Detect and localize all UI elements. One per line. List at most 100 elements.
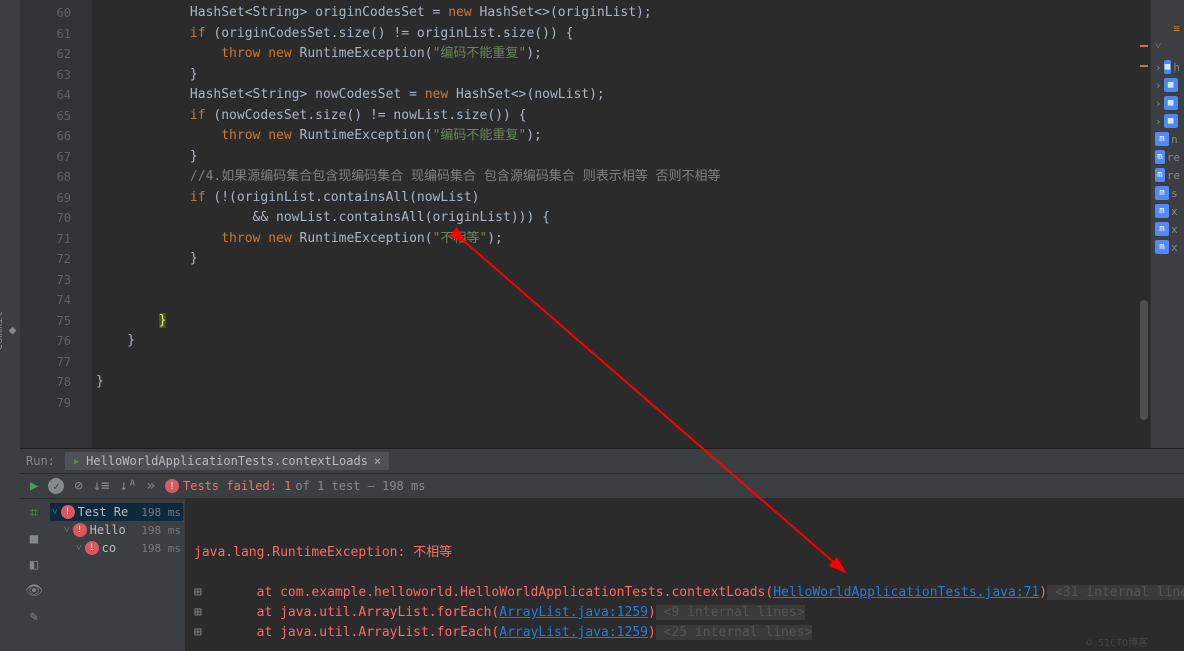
code-editor[interactable]: 6061626364656667686970717273747576777879…: [20, 0, 1150, 448]
editor-scrollbar[interactable]: [1138, 0, 1150, 448]
code-area[interactable]: HashSet<String> originCodesSet = new Has…: [92, 0, 1150, 448]
chevron-down-icon[interactable]: ˅: [1151, 37, 1184, 54]
run-config-tab[interactable]: ▸ HelloWorldApplicationTests.contextLoad…: [65, 452, 389, 470]
debug-icon[interactable]: ⌗: [30, 505, 38, 521]
console-line: [194, 563, 1176, 583]
exception-line: java.lang.RuntimeException: 不相等: [194, 543, 1176, 563]
sort-icon[interactable]: ↓≡: [93, 478, 110, 494]
expand-icon[interactable]: »: [147, 478, 155, 494]
test-fail-badge: ! Tests failed: 1 of 1 test – 198 ms: [165, 479, 425, 493]
test-tree-node[interactable]: ˅!Hello198 ms: [50, 521, 183, 539]
test-icon: ▸: [73, 454, 80, 468]
code-line[interactable]: if (nowCodesSet.size() != nowList.size()…: [96, 106, 1150, 127]
line-number: 69: [20, 188, 91, 209]
line-number: 77: [20, 352, 91, 373]
line-number: 74: [20, 290, 91, 311]
source-link[interactable]: ArrayList.java:1259: [499, 605, 648, 620]
code-line[interactable]: throw new RuntimeException("编码不能重复");: [96, 44, 1150, 65]
run-tab-name: HelloWorldApplicationTests.contextLoads: [86, 454, 368, 468]
code-line[interactable]: if (!(originList.containsAll(nowList): [96, 188, 1150, 209]
menu-icon[interactable]: ≡: [1151, 20, 1184, 37]
code-line[interactable]: //4.如果源编码集合包含现编码集合 现编码集合 包含源编码集合 则表示相等 否…: [96, 167, 1150, 188]
pin-icon[interactable]: 👁: [25, 583, 43, 599]
code-line[interactable]: [96, 352, 1150, 373]
console-output[interactable]: java.lang.RuntimeException: 不相等 ⊞ at com…: [186, 499, 1184, 651]
line-number: 79: [20, 393, 91, 414]
line-number: 70: [20, 208, 91, 229]
close-icon[interactable]: ×: [374, 454, 381, 468]
right-bar-item[interactable]: m x: [1151, 202, 1184, 220]
line-number: 75: [20, 311, 91, 332]
watermark: © 51CTO博客: [1086, 634, 1148, 649]
code-line[interactable]: if (originCodesSet.size() != originList.…: [96, 24, 1150, 45]
test-tree-node[interactable]: ˅!Test Re198 ms: [50, 503, 183, 521]
commit-tab[interactable]: Commit: [0, 311, 5, 351]
code-line[interactable]: throw new RuntimeException("不相等");: [96, 229, 1150, 250]
line-number: 76: [20, 331, 91, 352]
stack-trace-line: ⊞ at com.example.helloworld.HelloWorldAp…: [194, 583, 1176, 603]
line-gutter: 6061626364656667686970717273747576777879: [20, 0, 92, 448]
code-line[interactable]: [96, 290, 1150, 311]
right-bar-item[interactable]: › ▦: [1151, 76, 1184, 94]
line-number: 68: [20, 167, 91, 188]
right-bar-item[interactable]: m s: [1151, 184, 1184, 202]
right-bar-item[interactable]: › ▦: [1151, 94, 1184, 112]
code-line[interactable]: }: [96, 249, 1150, 270]
expand-icon[interactable]: ⊞: [194, 603, 208, 623]
run-header: Run: ▸ HelloWorldApplicationTests.contex…: [20, 449, 1184, 474]
run-body: ⌗ ■ ◧ 👁 ✎ ˅!Test Re198 ms˅!Hello198 ms˅!…: [20, 499, 1184, 651]
scrollbar-thumb[interactable]: [1140, 300, 1148, 420]
code-line[interactable]: [96, 393, 1150, 414]
line-number: 65: [20, 106, 91, 127]
stack-trace-line: ⊞ at java.util.ArrayList.forEach(ArrayLi…: [194, 623, 1176, 643]
right-bar-item[interactable]: m re: [1151, 166, 1184, 184]
source-link[interactable]: HelloWorldApplicationTests.java:71: [773, 585, 1039, 600]
test-tree[interactable]: ˅!Test Re198 ms˅!Hello198 ms˅!co198 ms: [48, 499, 186, 651]
right-bar-item[interactable]: m n: [1151, 130, 1184, 148]
line-number: 62: [20, 44, 91, 65]
stack-trace-line: ⊞ at java.util.ArrayList.forEach(ArrayLi…: [194, 603, 1176, 623]
test-tree-node[interactable]: ˅!co198 ms: [50, 539, 183, 557]
run-label: Run:: [26, 454, 55, 468]
line-number: 72: [20, 249, 91, 270]
rerun-icon[interactable]: ▶: [30, 478, 38, 494]
run-side-toolbar: ⌗ ■ ◧ 👁 ✎: [20, 499, 48, 651]
code-line[interactable]: }: [96, 331, 1150, 352]
commit-icon[interactable]: ◆: [5, 323, 20, 338]
line-number: 67: [20, 147, 91, 168]
code-line[interactable]: }: [96, 65, 1150, 86]
code-line[interactable]: HashSet<String> originCodesSet = new Has…: [96, 3, 1150, 24]
expand-icon[interactable]: ⊞: [194, 623, 208, 643]
error-stripe-mark[interactable]: [1140, 65, 1148, 67]
source-link[interactable]: ArrayList.java:1259: [499, 625, 648, 640]
code-line[interactable]: [96, 270, 1150, 291]
line-number: 64: [20, 85, 91, 106]
line-number: 71: [20, 229, 91, 250]
fail-dot-icon: !: [165, 479, 179, 493]
sort-alpha-icon[interactable]: ↓ᴬ: [120, 478, 137, 494]
right-bar-item[interactable]: › ▦ h: [1151, 58, 1184, 76]
line-number: 66: [20, 126, 91, 147]
right-bar-item[interactable]: m x: [1151, 220, 1184, 238]
settings-icon[interactable]: ✎: [30, 609, 38, 625]
toggle-passed-icon[interactable]: ✓: [48, 478, 64, 494]
right-bar-item[interactable]: › ▦: [1151, 112, 1184, 130]
stop-icon[interactable]: ■: [30, 531, 38, 547]
run-panel: Run: ▸ HelloWorldApplicationTests.contex…: [20, 448, 1184, 651]
code-line[interactable]: }: [96, 311, 1150, 332]
run-toolbar: ▶ ✓ ⊘ ↓≡ ↓ᴬ » ! Tests failed: 1 of 1 tes…: [20, 474, 1184, 499]
expand-icon[interactable]: ⊞: [194, 583, 208, 603]
line-number: 61: [20, 24, 91, 45]
code-line[interactable]: && nowList.containsAll(originList))) {: [96, 208, 1150, 229]
right-bar-item[interactable]: m re: [1151, 148, 1184, 166]
console-line: [194, 523, 1176, 543]
code-line[interactable]: }: [96, 147, 1150, 168]
toggle-ignored-icon[interactable]: ⊘: [74, 478, 82, 494]
code-line[interactable]: throw new RuntimeException("编码不能重复");: [96, 126, 1150, 147]
layout-icon[interactable]: ◧: [30, 557, 38, 573]
error-stripe-mark[interactable]: [1140, 45, 1148, 47]
code-line[interactable]: }: [96, 372, 1150, 393]
line-number: 73: [20, 270, 91, 291]
right-bar-item[interactable]: m x: [1151, 238, 1184, 256]
code-line[interactable]: HashSet<String> nowCodesSet = new HashSe…: [96, 85, 1150, 106]
